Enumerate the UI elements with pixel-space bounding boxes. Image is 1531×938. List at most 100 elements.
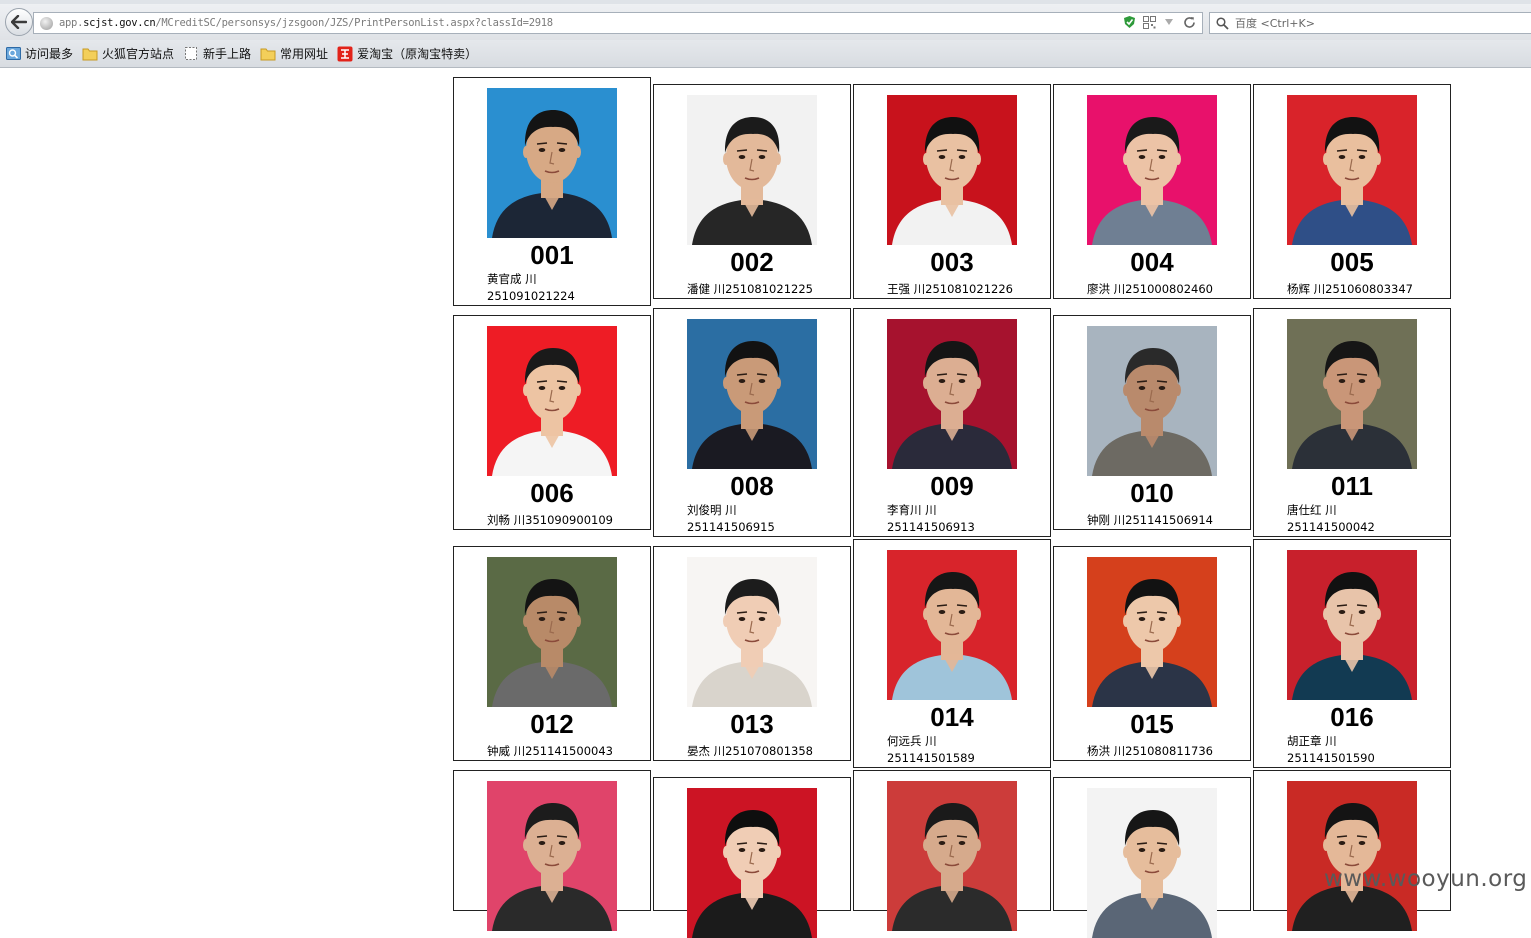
back-button[interactable] (5, 8, 33, 36)
portrait-graphic (487, 326, 617, 476)
portrait-graphic (1287, 781, 1417, 931)
person-photo (487, 557, 617, 707)
person-id-line: 251091021224 (487, 289, 575, 303)
person-name-line: 廖洪 川251000802460 (1087, 282, 1213, 296)
person-card: 002 潘健 川251081021225 (653, 84, 851, 299)
person-info: 刘俊明 川 251141506915 (687, 502, 847, 536)
person-info: 杨辉 川251060803347 (1287, 281, 1447, 298)
person-photo (887, 781, 1017, 931)
url-bar[interactable]: app.scjst.gov.cn/MCreditSC/personsys/jzs… (33, 12, 1203, 34)
portrait-graphic (1287, 550, 1417, 700)
bookmark-getting-started[interactable]: 新手上路 (183, 45, 251, 62)
portrait-graphic (487, 88, 617, 238)
folder-icon (260, 46, 276, 62)
portrait-graphic (687, 95, 817, 245)
person-number: 013 (730, 709, 774, 739)
person-name-line: 钟威 川251141500043 (487, 744, 613, 758)
person-name-line: 刘畅 川351090900109 (487, 513, 613, 527)
person-info: 何远兵 川 251141501589 (887, 733, 1047, 767)
person-info: 胡正章 川 251141501590 (1287, 733, 1447, 767)
person-name-line: 杨辉 川251060803347 (1287, 282, 1413, 296)
portrait-graphic (1087, 95, 1217, 245)
qr-code-icon[interactable] (1142, 15, 1156, 29)
person-photo (1087, 95, 1217, 245)
person-info: 廖洪 川251000802460 (1087, 281, 1247, 298)
bookmark-taobao[interactable]: 爱淘宝（原淘宝特卖） (337, 45, 477, 62)
bookmark-common-sites[interactable]: 常用网址 (260, 45, 328, 62)
person-id-line: 251141506913 (887, 520, 975, 534)
most-visited-icon (5, 46, 21, 62)
person-card: 011 唐仕红 川 251141500042 (1253, 308, 1451, 537)
globe-icon (40, 16, 53, 30)
portrait-graphic (487, 781, 617, 931)
person-card: 005 杨辉 川251060803347 (1253, 84, 1451, 299)
watermark: www.wooyun.org (1324, 866, 1528, 892)
person-id-line: 251141501590 (1287, 751, 1375, 765)
reload-icon[interactable] (1182, 15, 1196, 29)
person-id-line: 251141500042 (1287, 520, 1375, 534)
person-name-line: 何远兵 川 (887, 734, 937, 748)
bookmark-firefox-official[interactable]: 火狐官方站点 (82, 45, 174, 62)
person-photo (487, 88, 617, 238)
search-bar[interactable]: 百度 <Ctrl+K> (1209, 12, 1531, 34)
portrait-graphic (1087, 326, 1217, 476)
shield-icon[interactable] (1122, 15, 1136, 29)
portrait-graphic (887, 781, 1017, 931)
portrait-graphic (1287, 319, 1417, 469)
browser-toolbar: app.scjst.gov.cn/MCreditSC/personsys/jzs… (0, 4, 1531, 40)
dropdown-arrow-icon[interactable] (1162, 15, 1176, 29)
person-photo (1087, 326, 1217, 476)
person-card: 009 李育川 川 251141506913 (853, 308, 1051, 537)
person-card: 015 杨洪 川251080811736 (1053, 546, 1251, 761)
page-icon (183, 46, 199, 62)
person-number: 001 (530, 240, 574, 270)
person-name-line: 黄官成 川 (487, 272, 537, 286)
taobao-icon (337, 46, 353, 62)
person-photo (1287, 95, 1417, 245)
person-photo (1287, 781, 1417, 931)
person-photo (1287, 550, 1417, 700)
person-name-line: 李育川 川 (887, 503, 937, 517)
person-card: 012 钟威 川251141500043 (453, 546, 651, 761)
person-card: 003 王强 川251081021226 (853, 84, 1051, 299)
person-number: 016 (1330, 702, 1374, 732)
person-id-line: 251141501589 (887, 751, 975, 765)
person-card: 014 何远兵 川 251141501589 (853, 539, 1051, 768)
folder-icon (82, 46, 98, 62)
person-card (853, 770, 1051, 931)
person-name-line: 钟刚 川251141506914 (1087, 513, 1213, 527)
person-number: 008 (730, 471, 774, 501)
person-info: 钟刚 川251141506914 (1087, 512, 1247, 529)
person-card: 006 刘畅 川351090900109 (453, 315, 651, 530)
person-info: 唐仕红 川 251141500042 (1287, 502, 1447, 536)
person-id-line: 251141506915 (687, 520, 775, 534)
person-info: 钟威 川251141500043 (487, 743, 647, 760)
person-photo (1087, 557, 1217, 707)
person-photo (487, 326, 617, 476)
person-name-line: 晏杰 川251070801358 (687, 744, 813, 758)
person-card: 001 黄官成 川 251091021224 (453, 77, 651, 306)
url-text: app.scjst.gov.cn/MCreditSC/personsys/jzs… (59, 17, 553, 29)
bookmark-most-visited[interactable]: 访问最多 (5, 45, 73, 62)
person-card: 010 钟刚 川251141506914 (1053, 315, 1251, 530)
person-number: 010 (1130, 478, 1174, 508)
person-info: 黄官成 川 251091021224 (487, 271, 647, 305)
person-info: 刘畅 川351090900109 (487, 512, 647, 529)
portrait-graphic (1287, 95, 1417, 245)
person-info: 潘健 川251081021225 (687, 281, 847, 298)
portrait-graphic (487, 557, 617, 707)
person-photo (887, 95, 1017, 245)
search-icon (1215, 16, 1229, 30)
person-name-line: 刘俊明 川 (687, 503, 737, 517)
person-number: 009 (930, 471, 974, 501)
portrait-graphic (687, 788, 817, 938)
person-photo (687, 319, 817, 469)
person-name-line: 杨洪 川251080811736 (1087, 744, 1213, 758)
person-card: 013 晏杰 川251070801358 (653, 546, 851, 761)
portrait-graphic (1087, 788, 1217, 938)
portrait-graphic (687, 319, 817, 469)
person-number: 004 (1130, 247, 1174, 277)
portrait-graphic (887, 550, 1017, 700)
person-number: 005 (1330, 247, 1374, 277)
person-photo (687, 557, 817, 707)
